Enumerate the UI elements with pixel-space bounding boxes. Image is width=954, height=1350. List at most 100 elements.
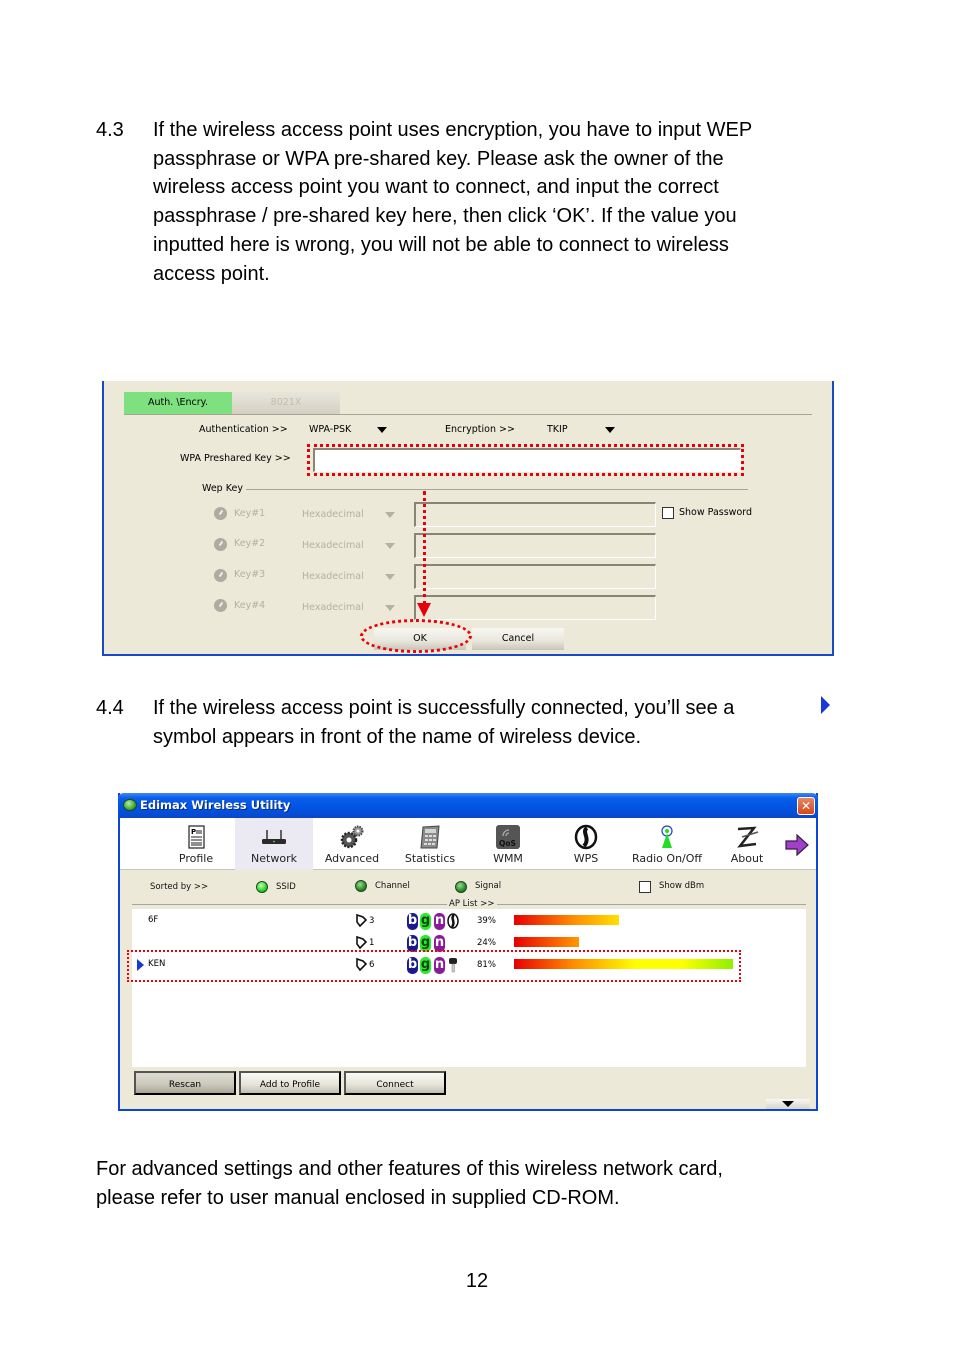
section-number: 4.4 [96, 697, 124, 719]
highlight-oval [360, 619, 472, 653]
router-icon [262, 830, 286, 844]
expand-button[interactable] [766, 1099, 810, 1109]
key-label: Key#2 [234, 538, 266, 549]
wep-key-input[interactable] [414, 595, 656, 620]
wep-key-row: Key#3 Hexadecimal [214, 563, 664, 591]
mode-b-badge: b [407, 913, 418, 930]
ap-channel: 3 [369, 916, 375, 926]
window-title: Edimax Wireless Utility [140, 798, 291, 812]
toolbar-radio-onoff[interactable]: Radio On/Off [625, 818, 709, 870]
radio-led-icon [455, 881, 467, 893]
wps-icon [447, 913, 459, 929]
sort-signal[interactable]: Signal [455, 879, 525, 895]
antenna-icon [661, 825, 673, 848]
connected-indicator-icon [821, 696, 830, 714]
tab-8021x[interactable]: 8021X [232, 392, 340, 414]
wpa-key-label: WPA Preshared Key >> [180, 453, 291, 464]
cancel-button[interactable]: Cancel [472, 628, 564, 650]
show-password-toggle[interactable]: Show Password [662, 506, 762, 522]
qos-icon: QoS [496, 825, 520, 849]
sort-label: Signal [475, 881, 502, 891]
signal-strength-bar [514, 937, 579, 947]
wps-icon [574, 824, 598, 850]
toolbar-label: About [730, 852, 764, 865]
sort-ssid[interactable]: SSID [256, 879, 316, 895]
sort-channel[interactable]: Channel [355, 879, 425, 895]
show-dbm-toggle[interactable]: Show dBm [639, 879, 719, 895]
section-4-3: 4.3 If the wireless access point uses en… [96, 116, 856, 296]
close-button[interactable]: ✕ [797, 797, 815, 815]
profile-icon: P [188, 825, 205, 849]
wep-key-input[interactable] [414, 502, 656, 527]
chevron-down-icon [385, 605, 395, 611]
toolbar-label: Profile [178, 852, 214, 865]
calculator-icon [420, 825, 440, 849]
section-text: If the wireless access point uses encryp… [153, 119, 753, 285]
toolbar-wps[interactable]: WPS [547, 818, 625, 870]
toolbar-advanced[interactable]: Advanced [313, 818, 391, 870]
chevron-down-icon [385, 543, 395, 549]
radio-led-icon [355, 880, 367, 892]
key-format[interactable]: Hexadecimal [302, 602, 364, 613]
show-password-checkbox[interactable] [662, 507, 674, 519]
key-radio[interactable] [214, 538, 227, 551]
toolbar-statistics[interactable]: Statistics [391, 818, 469, 870]
toolbar-label: Advanced [324, 852, 380, 865]
wep-key-input[interactable] [414, 564, 656, 589]
svg-text:P: P [191, 828, 196, 836]
page-number: 12 [465, 1270, 489, 1292]
encryption-label: Encryption >> [445, 424, 515, 435]
closing-paragraph: For advanced settings and other features… [96, 1155, 856, 1215]
wep-key-row: Key#2 Hexadecimal [214, 532, 664, 560]
wep-key-input[interactable] [414, 533, 656, 558]
sort-label: SSID [276, 882, 296, 892]
wep-key-row: Key#4 Hexadecimal [214, 594, 664, 622]
ap-list-label: AP List >> [449, 899, 495, 909]
authentication-select[interactable]: WPA-PSK [309, 421, 391, 437]
channel-icon [356, 935, 368, 950]
auth-encryption-dialog: Auth. \Encry. 8021X Authentication >> WP… [102, 381, 834, 656]
toolbar-label: Statistics [404, 852, 456, 865]
svg-text:QoS: QoS [499, 839, 516, 848]
wep-key-group-label: Wep Key [202, 483, 243, 494]
add-to-profile-button[interactable]: Add to Profile [239, 1071, 341, 1095]
toolbar-about[interactable]: About [708, 818, 786, 870]
chevron-down-icon [377, 427, 387, 433]
key-format[interactable]: Hexadecimal [302, 540, 364, 551]
key-format[interactable]: Hexadecimal [302, 509, 364, 520]
toolbar-label: WMM [493, 852, 523, 865]
key-radio[interactable] [214, 507, 227, 520]
next-page-arrow-icon[interactable] [784, 834, 810, 856]
rescan-button[interactable]: Rescan [134, 1071, 236, 1095]
mode-n-badge: n [434, 913, 445, 930]
chevron-down-icon [385, 574, 395, 580]
key-radio[interactable] [214, 599, 227, 612]
ap-list: 6F 3 b g n 39% 1 b g n 24% KEN 6 b g n 81% [132, 909, 806, 1067]
closing-text: For advanced settings and other features… [96, 1158, 723, 1209]
annotation-arrow-line [423, 491, 426, 605]
tab-auth-encry[interactable]: Auth. \Encry. [124, 392, 232, 414]
toolbar: P Profile Network Advanced Statistics Qo… [120, 818, 816, 870]
highlight-box [127, 950, 741, 982]
key-radio[interactable] [214, 569, 227, 582]
toolbar-label: Radio On/Off [632, 852, 702, 865]
about-icon [737, 826, 759, 848]
channel-icon [356, 913, 368, 928]
key-format[interactable]: Hexadecimal [302, 571, 364, 582]
chevron-down-icon [385, 512, 395, 518]
connect-button[interactable]: Connect [344, 1071, 446, 1095]
show-dbm-checkbox[interactable] [639, 881, 651, 893]
toolbar-wmm[interactable]: QoS WMM [469, 818, 547, 870]
edimax-utility-window: Edimax Wireless Utility ✕ P Profile Netw… [118, 793, 818, 1111]
ap-list-divider [497, 904, 806, 905]
ap-list-row[interactable]: 6F 3 b g n 39% [132, 910, 806, 932]
ap-signal-percent: 24% [477, 938, 496, 948]
signal-strength-bar [514, 915, 619, 925]
ap-signal-percent: 39% [477, 916, 496, 926]
wep-key-row: Key#1 Hexadecimal [214, 501, 664, 529]
encryption-select[interactable]: TKIP [547, 421, 619, 437]
authentication-value: WPA-PSK [309, 424, 352, 435]
toolbar-network[interactable]: Network [235, 818, 313, 870]
title-bar[interactable]: Edimax Wireless Utility ✕ [118, 793, 818, 818]
toolbar-profile[interactable]: P Profile [157, 818, 235, 870]
